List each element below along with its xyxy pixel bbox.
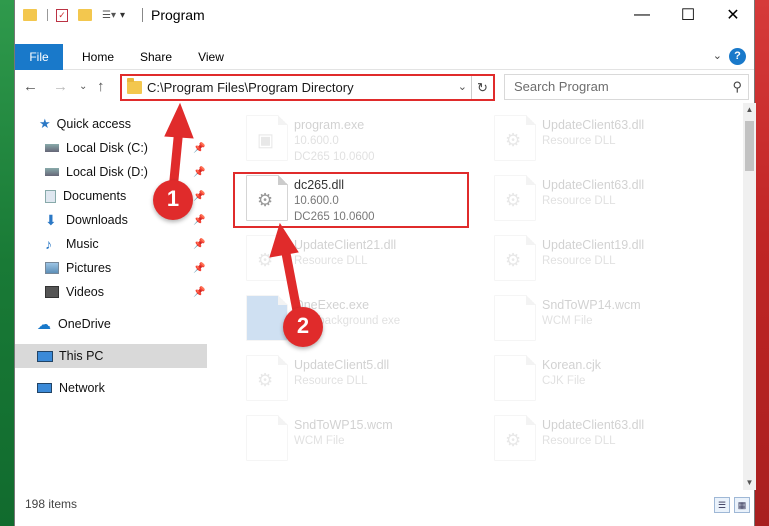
arrow-1-head <box>164 102 194 139</box>
arrow-2-shaft <box>280 247 303 317</box>
desktop-background-left <box>0 0 14 526</box>
step-badge-1: 1 <box>153 180 193 220</box>
explorer-window: ✓ ☰▾ ▾ Program — ☐ ✕ File Home Share Vie… <box>14 0 756 526</box>
annotation-arrows <box>164 102 303 317</box>
desktop-background-right <box>755 0 769 526</box>
arrow-2-head <box>269 222 299 258</box>
step-badge-2: 2 <box>283 307 323 347</box>
